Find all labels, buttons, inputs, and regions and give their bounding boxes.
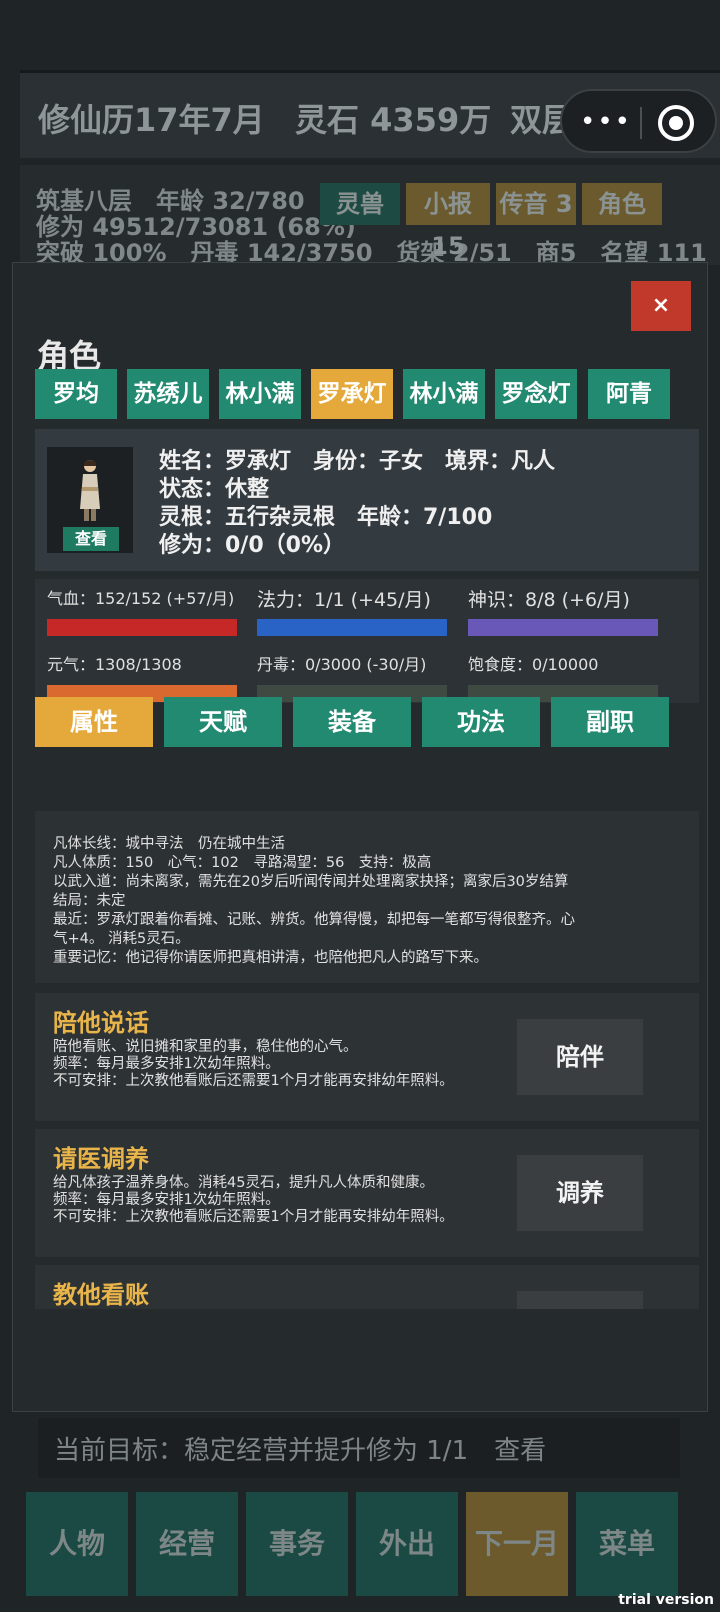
tab-talents[interactable]: 天赋 — [164, 697, 282, 747]
action-card-doctor: 请医调养 给凡体孩子温养身体。消耗45灵石，提升凡人体质和健康。 频率：每月最多… — [35, 1129, 699, 1257]
tab-attributes[interactable]: 属性 — [35, 697, 153, 747]
character-portrait[interactable]: 查看 — [47, 447, 133, 553]
stat-mana: 法力：1/1 (+45/月) — [257, 585, 447, 636]
character-tab-active[interactable]: 罗承灯 — [311, 369, 393, 419]
card-text: 给凡体孩子温养身体。消耗45灵石，提升凡人体质和健康。 频率：每月最多安排1次幼… — [53, 1175, 454, 1225]
nav-business[interactable]: 经营 — [136, 1492, 238, 1596]
tab-equipment[interactable]: 装备 — [293, 697, 411, 747]
character-tab[interactable]: 罗均 — [35, 369, 117, 419]
character-tab[interactable]: 罗念灯 — [495, 369, 577, 419]
desc-line: 重要记忆：他记得你请医师把真相讲清，也陪他把凡人的路写下来。 — [53, 950, 488, 966]
nav-outing[interactable]: 外出 — [356, 1492, 458, 1596]
character-modal: × 角色 罗均 苏绣儿 林小满 罗承灯 林小满 罗念灯 阿青 查看 姓名：罗承灯… — [12, 262, 708, 1412]
character-figure-icon — [80, 460, 100, 521]
nav-character[interactable]: 人物 — [26, 1492, 128, 1596]
close-miniprogram-icon[interactable] — [658, 105, 694, 141]
stat-satiety: 饱食度：0/10000 — [468, 651, 658, 702]
action-card-accounts: 教他看账 — [35, 1265, 699, 1309]
desc-line: 结局：未定 — [53, 893, 126, 909]
goal-text: 当前目标：稳定经营并提升修为 1/1 查看 — [54, 1436, 547, 1466]
stat-hp: 气血：152/152 (+57/月) — [47, 585, 237, 636]
character-tab[interactable]: 林小满 — [403, 369, 485, 419]
profile-cultivation-line: 修为：0/0（0%） — [159, 533, 346, 558]
card-title: 教他看账 — [53, 1281, 149, 1309]
nurture-button[interactable]: 调养 — [517, 1155, 643, 1231]
tab-side-job[interactable]: 副职 — [551, 697, 669, 747]
accompany-button[interactable]: 陪伴 — [517, 1019, 643, 1095]
more-icon[interactable]: ••• — [580, 107, 632, 137]
newspaper-button[interactable]: 小报 15 — [406, 183, 490, 260]
date-label: 修仙历17年7月 — [38, 101, 265, 139]
spirit-beast-button[interactable]: 灵兽 — [320, 183, 400, 225]
nav-menu[interactable]: 菜单 — [576, 1492, 678, 1596]
character-button[interactable]: 角色 — [582, 183, 662, 225]
spirit-stones-label: 灵石 4359万 — [295, 101, 492, 139]
tab-techniques[interactable]: 功法 — [422, 697, 540, 747]
miniprogram-capsule[interactable]: ••• — [560, 89, 717, 153]
character-tab[interactable]: 林小满 — [219, 369, 301, 419]
stat-bar — [257, 619, 447, 636]
profile-panel: 查看 姓名：罗承灯 身份：子女 境界：凡人 状态：休整 灵根：五行杂灵根 年龄：… — [35, 429, 699, 571]
desc-line: 凡人体质：150 心气：102 寻路渴望：56 支持：极高 — [53, 855, 432, 871]
card-text: 陪他看账、说旧摊和家里的事，稳住他的心气。 频率：每月最多安排1次幼年照料。 不… — [53, 1039, 454, 1089]
goal-bar[interactable]: 当前目标：稳定经营并提升修为 1/1 查看 — [38, 1418, 680, 1478]
card-title: 陪他说话 — [53, 1009, 149, 1037]
desc-line: 气+4。 消耗5灵石。 — [53, 931, 190, 947]
view-button[interactable]: 查看 — [63, 527, 119, 551]
trial-watermark: trial version — [618, 1592, 714, 1608]
stat-bar — [468, 619, 658, 636]
message-button[interactable]: 传音 3 — [496, 183, 576, 225]
description-panel: 凡体长线：城中寻法 仍在城中生活 凡人体质：150 心气：102 寻路渴望：56… — [35, 811, 699, 983]
desc-line: 凡体长线：城中寻法 仍在城中生活 — [53, 836, 285, 852]
stat-spirit-sense: 神识：8/8 (+6/月) — [468, 585, 658, 636]
close-button[interactable]: × — [631, 281, 691, 331]
character-tab[interactable]: 苏绣儿 — [127, 369, 209, 419]
stat-bar — [47, 619, 237, 636]
nav-affairs[interactable]: 事务 — [246, 1492, 348, 1596]
accounts-button[interactable] — [517, 1291, 643, 1309]
desc-line: 最近：罗承灯跟着你看摊、记账、辨货。他算得慢，却把每一笔都写得很整齐。心 — [53, 912, 575, 928]
bottom-nav: 人物 经营 事务 外出 下一月 菜单 — [20, 1490, 720, 1602]
nav-next-month[interactable]: 下一月 — [466, 1492, 568, 1596]
stat-vitality: 元气：1308/1308 — [47, 651, 237, 702]
desc-line: 以武入道：尚未离家，需先在20岁后听闻传闻并处理离家抉择；离家后30岁结算 — [53, 874, 569, 890]
character-tab[interactable]: 阿青 — [588, 369, 670, 419]
stats-panel: 气血：152/152 (+57/月) 法力：1/1 (+45/月) 神识：8/8… — [35, 579, 699, 703]
card-title: 请医调养 — [53, 1145, 149, 1173]
stat-pill-toxicity: 丹毒：0/3000 (-30/月) — [257, 651, 447, 702]
action-card-talk: 陪他说话 陪他看账、说旧摊和家里的事，稳住他的心气。 频率：每月最多安排1次幼年… — [35, 993, 699, 1121]
